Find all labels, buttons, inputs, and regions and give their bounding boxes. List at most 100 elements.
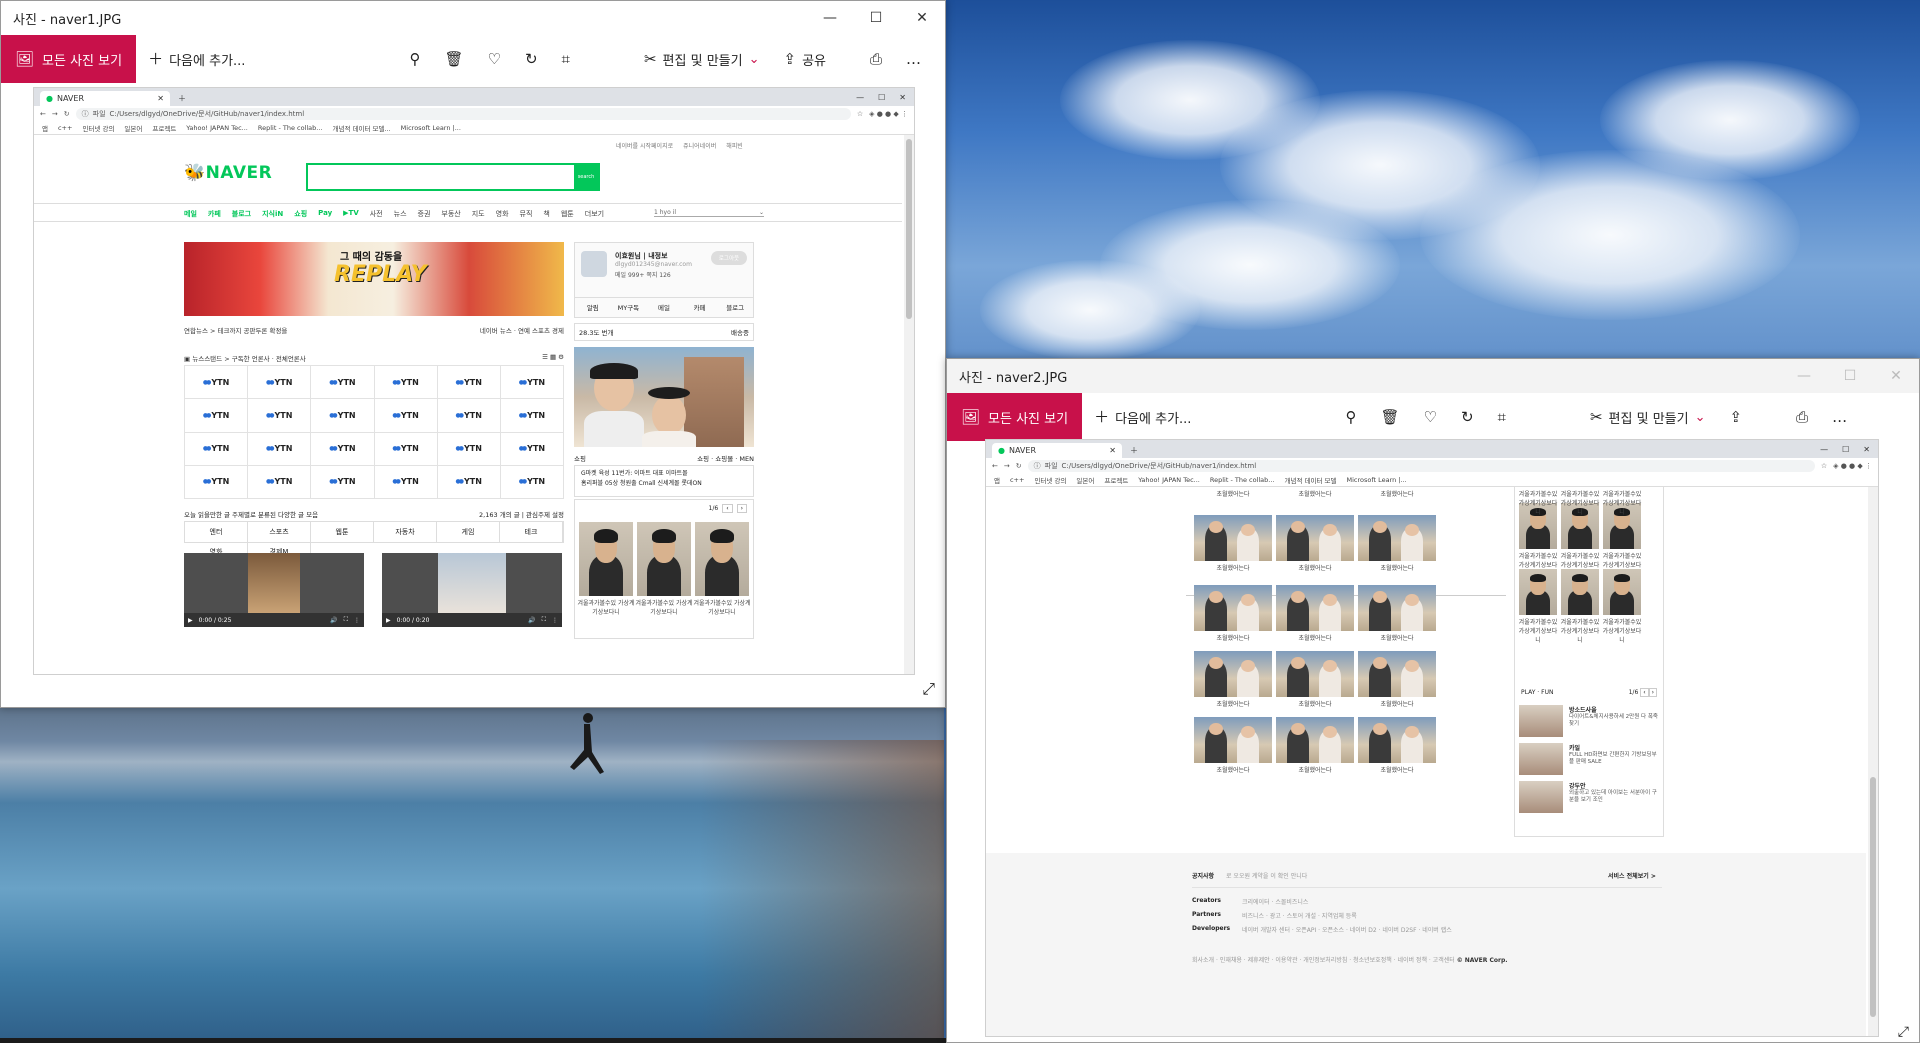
prev-arrow-icon[interactable]: ‹ (722, 504, 733, 513)
extensions-icon[interactable]: ◈ ● ● ◆ ⋮ (1833, 462, 1872, 470)
fullscreen-icon[interactable]: ⛶ (344, 616, 348, 624)
profile-tab[interactable]: 카페 (682, 298, 718, 318)
bookmark-item[interactable]: 프로젝트 (152, 123, 176, 133)
press-logo-ytn[interactable]: YTN (374, 399, 438, 433)
minimize-button[interactable]: — (807, 1, 853, 35)
bookmark-item[interactable]: 앱 (42, 123, 48, 133)
press-logo-ytn[interactable]: YTN (185, 366, 249, 400)
volume-icon[interactable]: 🔊 (330, 617, 337, 624)
browser-maximize-icon[interactable]: ☐ (878, 93, 885, 102)
extensions-icon[interactable]: ◈ ● ● ◆ ⋮ (869, 110, 908, 118)
bookmark-item[interactable]: 개념적 데이터 모델 (1285, 475, 1337, 485)
bookmark-item[interactable]: 인터넷 강의 (82, 123, 114, 133)
category-tab[interactable]: 테크 (500, 522, 563, 542)
forward-icon[interactable]: → (52, 110, 58, 118)
shopping-ad[interactable]: G마켓 육성 11번가: 이마트 대표 이마트몰 홈리퍼블 05상 청원출 Cm… (574, 465, 754, 497)
browser-scrollbar[interactable] (1868, 487, 1878, 1036)
close-button[interactable]: ✕ (899, 1, 945, 35)
bookmark-item[interactable]: Replit - The collab... (1210, 476, 1275, 484)
nav-item[interactable]: 카페 (208, 209, 221, 219)
delete-button[interactable]: 🗑 (1368, 393, 1411, 441)
edit-create-button[interactable]: ✂ 편집 및 만들기 ⌄ (632, 35, 772, 83)
url-field[interactable]: ⓘ 파일 C:/Users/dlgyd/OneDrive/문서/GitHub/n… (1027, 460, 1815, 472)
next-arrow-icon[interactable]: › (1648, 688, 1657, 697)
browser-maximize-icon[interactable]: ☐ (1842, 445, 1849, 454)
bookmark-item[interactable]: c++ (1010, 476, 1024, 484)
video-more-icon[interactable]: ⋮ (552, 617, 558, 624)
nav-item[interactable]: 쇼핑 (294, 209, 307, 219)
minimize-button[interactable]: — (1781, 359, 1827, 393)
bookmark-item[interactable]: 개념적 데이터 모델... (333, 123, 391, 133)
photo-thumbnail[interactable] (1358, 585, 1436, 631)
photo-thumbnail[interactable] (1194, 651, 1272, 697)
maximize-button[interactable]: ☐ (853, 1, 899, 35)
volume-icon[interactable]: 🔊 (528, 617, 535, 624)
press-logo-ytn[interactable]: YTN (248, 399, 312, 433)
profile-tab[interactable]: MY구독 (611, 298, 647, 318)
forward-icon[interactable]: → (1004, 462, 1010, 470)
logout-button[interactable]: 로그아웃 (711, 251, 747, 265)
bookmark-item[interactable]: Replit - The collab... (258, 124, 323, 132)
expand-icon[interactable]: ⤢ (922, 679, 935, 699)
browser-minimize-icon[interactable]: — (856, 93, 864, 102)
photo-thumbnail[interactable] (1358, 717, 1436, 763)
featured-photo[interactable] (574, 347, 754, 447)
nav-item[interactable]: Pay (318, 209, 332, 219)
nav-item[interactable]: 메일 (184, 209, 197, 219)
nav-item[interactable]: 증권 (418, 209, 431, 219)
more-button[interactable]: … (1820, 393, 1859, 441)
play-fun-item[interactable]: 방소드사을 다이어트&체지사용하세 2만원 다 폭죽찾기 (1519, 705, 1659, 741)
bookmark-item[interactable]: Microsoft Learn |... (1346, 476, 1406, 484)
nav-item[interactable]: 뉴스 (394, 209, 407, 219)
new-tab-button[interactable]: ＋ (1122, 445, 1146, 458)
press-logo-ytn[interactable]: YTN (248, 432, 312, 466)
browser-close-icon[interactable]: ✕ (899, 93, 906, 102)
profile-tab[interactable]: 블로그 (717, 298, 753, 318)
maximize-button[interactable]: ☐ (1827, 359, 1873, 393)
next-arrow-icon[interactable]: › (736, 504, 747, 513)
press-logo-ytn[interactable]: YTN (500, 366, 564, 400)
add-to-button[interactable]: ＋ 다음에 추가... (1082, 393, 1203, 441)
more-button[interactable]: … (894, 35, 933, 83)
edit-create-button[interactable]: ✂ 편집 및 만들기 ⌄ (1578, 393, 1718, 441)
share-button[interactable]: ⇪ 공유 (771, 35, 838, 83)
reload-icon[interactable]: ↻ (64, 110, 70, 118)
photo-thumbnail[interactable] (1194, 515, 1272, 561)
play-fun-item[interactable]: 카일 FULL HD화면보 간편한지 기방보딩부플 판매 SALE (1519, 743, 1659, 779)
press-logo-ytn[interactable]: YTN (500, 399, 564, 433)
press-logo-ytn[interactable]: YTN (374, 366, 438, 400)
rotate-button[interactable]: ↻ (513, 35, 550, 83)
naver-logo[interactable]: 🐝NAVER (184, 163, 272, 183)
prev-arrow-icon[interactable]: ‹ (1640, 688, 1649, 697)
new-tab-button[interactable]: ＋ (170, 93, 194, 106)
photo-thumbnail[interactable] (1358, 515, 1436, 561)
bookmark-item[interactable]: Yahoo! JAPAN Tec... (1138, 476, 1200, 484)
press-logo-ytn[interactable]: YTN (311, 465, 375, 499)
press-logo-ytn[interactable]: YTN (311, 366, 375, 400)
press-logo-ytn[interactable]: YTN (437, 432, 501, 466)
press-logo-ytn[interactable]: YTN (374, 465, 438, 499)
zoom-button[interactable]: ⚲ (1333, 393, 1368, 441)
bookmark-item[interactable]: 일본어 (1076, 475, 1094, 485)
photo-thumbnail[interactable] (1194, 585, 1272, 631)
tab-close-icon[interactable]: ✕ (157, 94, 164, 103)
print-button[interactable]: ⎙ (1784, 393, 1820, 441)
nav-item[interactable]: ▶TV (343, 209, 359, 219)
category-tab[interactable]: 게임 (437, 522, 500, 542)
fullscreen-icon[interactable]: ⛶ (542, 616, 546, 624)
crop-button[interactable]: ⌗ (1486, 393, 1518, 441)
nav-item[interactable]: 지식iN (262, 209, 283, 219)
share-button[interactable]: ⇪ (1717, 393, 1754, 441)
play-icon[interactable]: ▶ (188, 617, 193, 624)
press-logo-ytn[interactable]: YTN (500, 465, 564, 499)
nav-item[interactable]: 웹툰 (561, 209, 574, 219)
delete-button[interactable]: 🗑 (432, 35, 475, 83)
press-logo-ytn[interactable]: YTN (311, 432, 375, 466)
press-logo-ytn[interactable]: YTN (248, 366, 312, 400)
photo-thumbnail[interactable] (1276, 651, 1354, 697)
category-tab[interactable]: 엔터 (185, 522, 248, 542)
press-logo-ytn[interactable]: YTN (437, 465, 501, 499)
favorite-button[interactable]: ♡ (475, 35, 512, 83)
press-logo-ytn[interactable]: YTN (311, 399, 375, 433)
browser-close-icon[interactable]: ✕ (1863, 445, 1870, 454)
